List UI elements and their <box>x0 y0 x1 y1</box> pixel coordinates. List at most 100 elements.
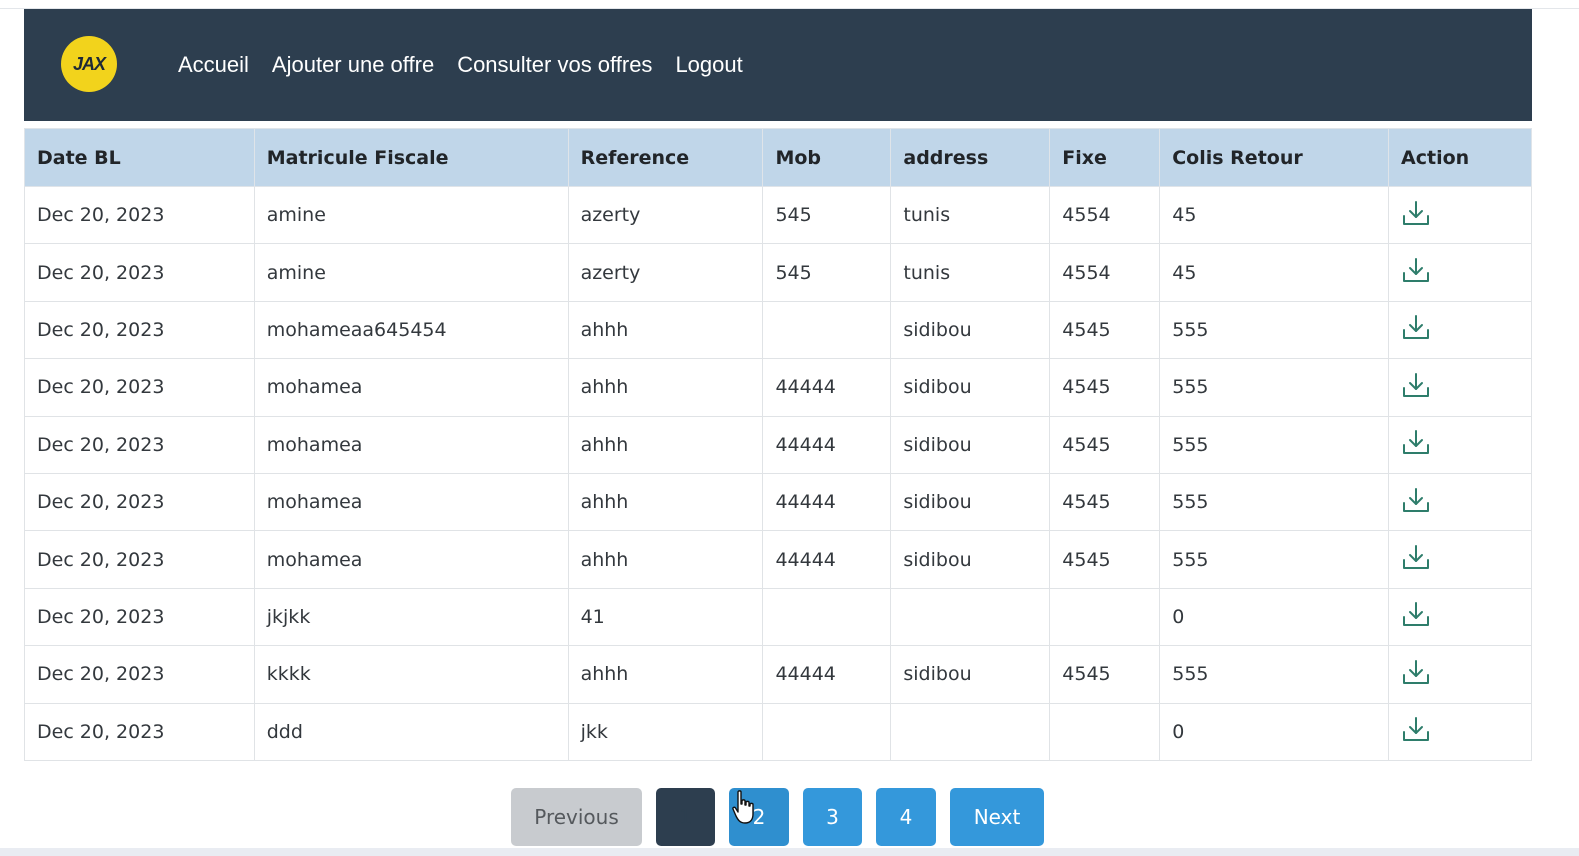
header-address: address <box>890 128 1051 187</box>
download-icon[interactable] <box>1401 657 1431 687</box>
cell-colis-retour: 45 <box>1159 185 1390 245</box>
cell-action <box>1388 702 1532 761</box>
cell-matricule-fiscale: kkkk <box>253 645 569 704</box>
cell-matricule-fiscale: amine <box>253 243 569 302</box>
cell-reference: ahhh <box>567 472 764 532</box>
header-colis-retour: Colis Retour <box>1159 128 1390 187</box>
cell-action <box>1388 243 1532 302</box>
cell-address <box>890 702 1051 761</box>
header-date-bl: Date BL <box>24 128 255 187</box>
table-row: Dec 20, 2023 mohamea ahhh 44444 sidibou 4545 5… <box>24 358 1532 417</box>
cell-address: tunis <box>890 243 1051 302</box>
download-icon[interactable] <box>1401 312 1431 342</box>
cell-colis-retour: 555 <box>1159 472 1390 532</box>
header-matricule-fiscale: Matricule Fiscale <box>253 128 569 187</box>
cell-colis-retour: 0 <box>1159 587 1390 647</box>
cell-reference: ahhh <box>567 358 764 417</box>
page-3-button[interactable]: 3 <box>803 788 862 846</box>
nav-link-accueil[interactable]: Accueil <box>178 52 249 78</box>
logo-text: JAX <box>72 53 106 74</box>
cell-mob: 44444 <box>762 415 892 474</box>
header-fixe: Fixe <box>1049 128 1161 187</box>
cell-reference: azerty <box>567 243 764 302</box>
cell-address: sidibou <box>890 358 1051 417</box>
cell-mob: 545 <box>762 185 892 245</box>
cell-matricule-fiscale: ddd <box>253 702 569 761</box>
cell-reference: jkk <box>567 702 764 761</box>
cell-mob <box>762 702 892 761</box>
cell-matricule-fiscale: mohameaa645454 <box>253 300 569 360</box>
pagination: Previous 1 2 3 4 Next <box>0 788 1579 846</box>
cell-date-bl: Dec 20, 2023 <box>24 702 255 761</box>
table-row: Dec 20, 2023 amine azerty 545 tunis 4554 45 <box>24 185 1532 245</box>
page-1-button[interactable]: 1 <box>656 788 715 846</box>
cell-action <box>1388 415 1532 474</box>
download-icon[interactable] <box>1401 542 1431 572</box>
cell-date-bl: Dec 20, 2023 <box>24 530 255 589</box>
download-icon[interactable] <box>1401 370 1431 400</box>
cell-colis-retour: 0 <box>1159 702 1390 761</box>
cell-date-bl: Dec 20, 2023 <box>24 472 255 532</box>
cell-reference: ahhh <box>567 415 764 474</box>
cell-mob: 44444 <box>762 645 892 704</box>
nav-link-consulter-offres[interactable]: Consulter vos offres <box>457 52 652 78</box>
cell-action <box>1388 300 1532 360</box>
cell-action <box>1388 358 1532 417</box>
cell-date-bl: Dec 20, 2023 <box>24 300 255 360</box>
cell-mob <box>762 587 892 647</box>
hand-cursor-icon <box>732 790 754 824</box>
download-icon[interactable] <box>1401 427 1431 457</box>
nav-link-logout[interactable]: Logout <box>675 52 742 78</box>
table-row: Dec 20, 2023 mohameaa645454 ahhh sidibou 454… <box>24 300 1532 360</box>
table-body: Dec 20, 2023 amine azerty 545 tunis 4554 45 Dec… <box>24 185 1532 761</box>
header-mob: Mob <box>762 128 892 187</box>
download-icon[interactable] <box>1401 599 1431 629</box>
cell-matricule-fiscale: mohamea <box>253 472 569 532</box>
cell-date-bl: Dec 20, 2023 <box>24 415 255 474</box>
cell-colis-retour: 555 <box>1159 530 1390 589</box>
bottom-divider <box>0 848 1579 856</box>
cell-mob: 44444 <box>762 358 892 417</box>
table-row: Dec 20, 2023 mohamea ahhh 44444 sidibou 4545 5… <box>24 472 1532 532</box>
cell-colis-retour: 555 <box>1159 358 1390 417</box>
cell-action <box>1388 645 1532 704</box>
cell-matricule-fiscale: mohamea <box>253 530 569 589</box>
header-reference: Reference <box>567 128 764 187</box>
cell-reference: ahhh <box>567 645 764 704</box>
cell-action <box>1388 185 1532 245</box>
cell-fixe: 4545 <box>1049 358 1161 417</box>
cell-date-bl: Dec 20, 2023 <box>24 358 255 417</box>
cell-reference: azerty <box>567 185 764 245</box>
cell-date-bl: Dec 20, 2023 <box>24 587 255 647</box>
table-row: Dec 20, 2023 mohamea ahhh 44444 sidibou 4545 5… <box>24 415 1532 474</box>
nav-links: Accueil Ajouter une offre Consulter vos … <box>178 9 766 121</box>
cell-fixe: 4545 <box>1049 300 1161 360</box>
cell-action <box>1388 530 1532 589</box>
download-icon[interactable] <box>1401 255 1431 285</box>
cell-address <box>890 587 1051 647</box>
table-row: Dec 20, 2023 kkkk ahhh 44444 sidibou 4545 555 <box>24 645 1532 704</box>
download-icon[interactable] <box>1401 198 1431 228</box>
cell-fixe: 4545 <box>1049 530 1161 589</box>
previous-button[interactable]: Previous <box>511 788 642 846</box>
next-button[interactable]: Next <box>950 788 1044 846</box>
cell-reference: 41 <box>567 587 764 647</box>
download-icon[interactable] <box>1401 485 1431 515</box>
page-4-button[interactable]: 4 <box>876 788 936 846</box>
logo[interactable]: JAX <box>61 36 117 92</box>
download-icon[interactable] <box>1401 714 1431 744</box>
cell-colis-retour: 555 <box>1159 300 1390 360</box>
cell-fixe: 4545 <box>1049 472 1161 532</box>
nav-link-ajouter-offre[interactable]: Ajouter une offre <box>272 52 434 78</box>
navbar: JAX Accueil Ajouter une offre Consulter … <box>24 9 1532 121</box>
cell-mob <box>762 300 892 360</box>
cell-colis-retour: 555 <box>1159 645 1390 704</box>
cell-matricule-fiscale: mohamea <box>253 415 569 474</box>
top-divider <box>0 0 1579 9</box>
cell-fixe <box>1049 702 1161 761</box>
header-action: Action <box>1388 128 1532 187</box>
cell-fixe: 4545 <box>1049 645 1161 704</box>
table-row: Dec 20, 2023 ddd jkk 0 <box>24 702 1532 761</box>
cell-reference: ahhh <box>567 300 764 360</box>
table-header-row: Date BL Matricule Fiscale Reference Mob … <box>24 128 1532 187</box>
